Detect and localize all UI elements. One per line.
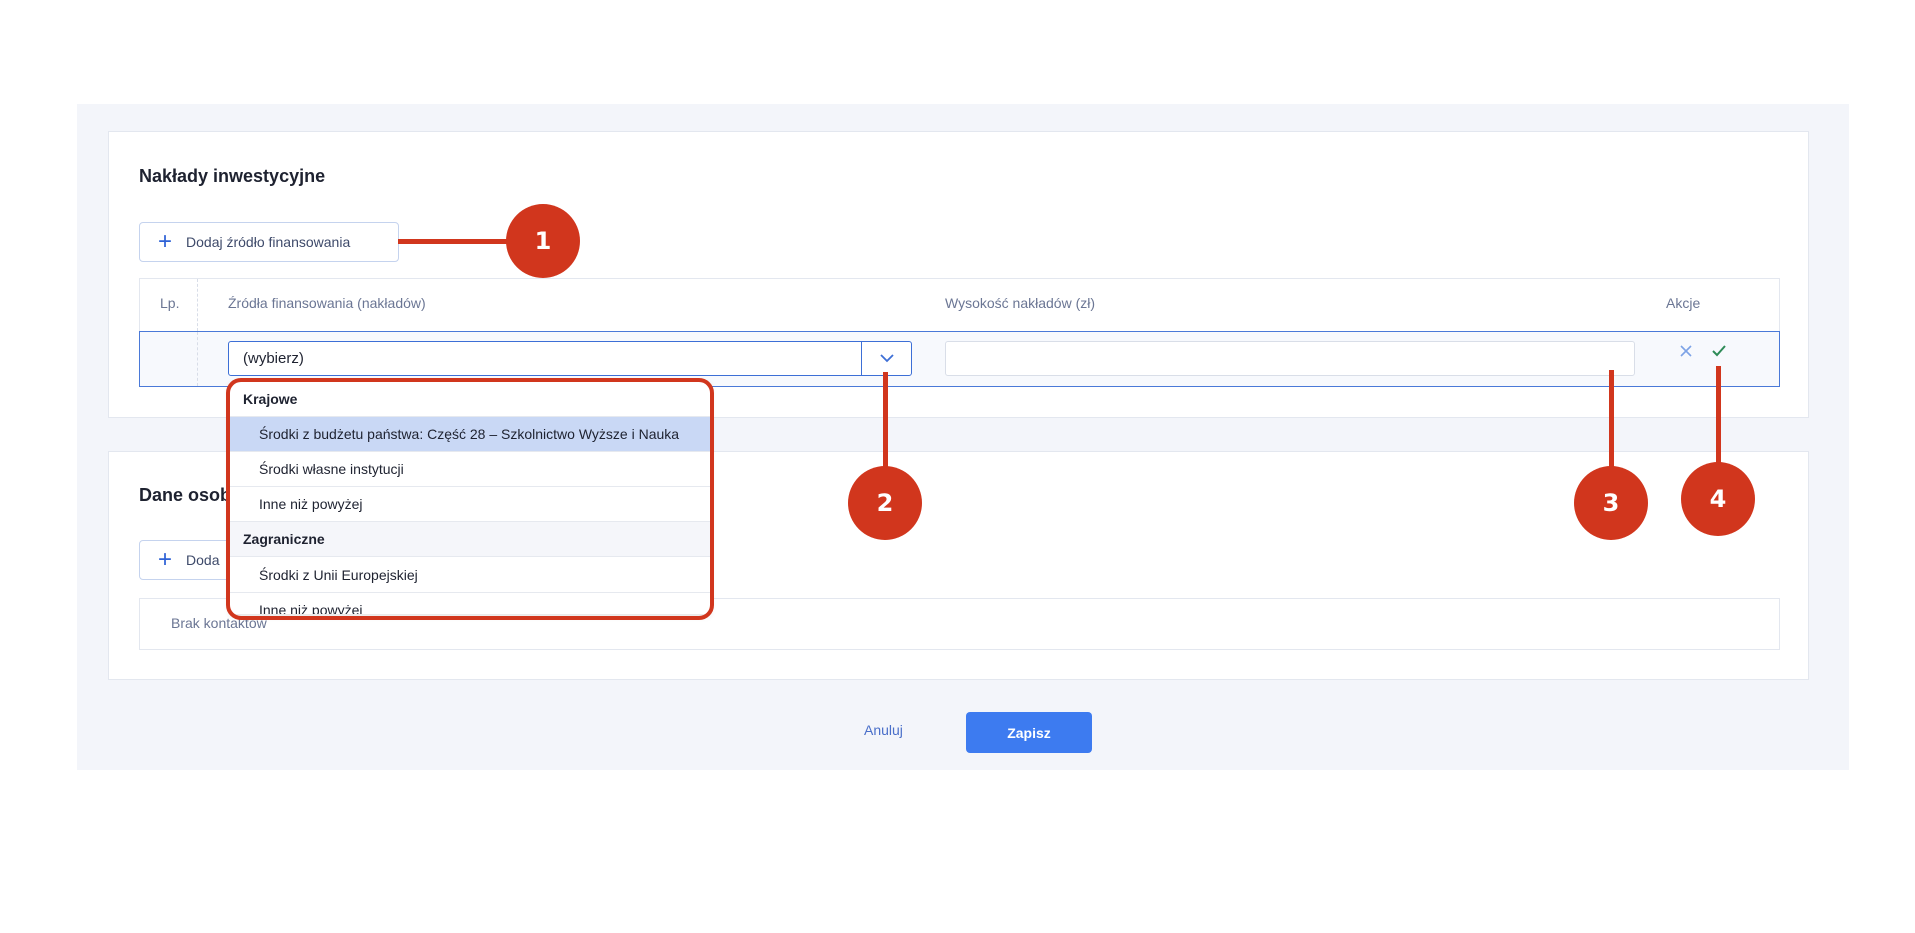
callout-line-2 <box>883 372 888 472</box>
dropdown-option[interactable]: Środki z budżetu państwa: Część 28 – Szk… <box>230 417 710 452</box>
table-row-editing: (wybierz) <box>139 331 1780 387</box>
funding-table: Lp. Źródła finansowania (nakładów) Wysok… <box>139 278 1780 387</box>
dropdown-option[interactable]: Środki z Unii Europejskiej <box>230 558 710 593</box>
callout-line-1 <box>398 239 508 244</box>
add-funding-source-label: Dodaj źródło finansowania <box>186 234 351 250</box>
dropdown-group-zagraniczne: Zagraniczne <box>230 522 710 557</box>
add-funding-source-button[interactable]: + Dodaj źródło finansowania <box>139 222 399 262</box>
funding-source-select-value: (wybierz) <box>243 350 304 367</box>
column-header-lp: Lp. <box>160 295 180 311</box>
save-button[interactable]: Zapisz <box>966 712 1092 753</box>
column-header-source: Źródła finansowania (nakładów) <box>228 295 426 311</box>
column-divider <box>197 332 198 386</box>
dropdown-group-krajowe: Krajowe <box>230 382 710 417</box>
column-header-amount: Wysokość nakładów (zł) <box>945 295 1096 311</box>
chevron-down-icon <box>879 354 894 363</box>
plus-icon: + <box>158 546 173 573</box>
close-icon[interactable] <box>1679 344 1693 363</box>
callout-line-4 <box>1716 366 1721 470</box>
investments-panel: Nakłady inwestycyjne + Dodaj źródło fina… <box>108 131 1809 418</box>
callout-marker-2: 2 <box>848 466 922 540</box>
investments-title: Nakłady inwestycyjne <box>139 166 326 186</box>
select-arrow-button[interactable] <box>861 342 911 375</box>
callout-marker-3: 3 <box>1574 466 1648 540</box>
dropdown-option[interactable]: Środki własne instytucji <box>230 452 710 487</box>
funding-source-select[interactable]: (wybierz) <box>228 341 912 376</box>
callout-marker-1: 1 <box>506 204 580 278</box>
column-header-actions: Akcje <box>1666 295 1701 311</box>
contacts-empty-text: Brak kontaktów <box>171 615 267 631</box>
plus-icon: + <box>158 228 173 255</box>
amount-input[interactable] <box>945 341 1635 376</box>
add-contact-label: Doda <box>186 552 220 568</box>
dropdown-option[interactable]: Inne niż powyżej <box>230 593 710 614</box>
cancel-button[interactable]: Anuluj <box>864 722 903 738</box>
dropdown-option[interactable]: Inne niż powyżej <box>230 487 710 522</box>
contacts-title: Dane osob <box>139 485 232 505</box>
column-divider <box>197 279 198 331</box>
check-icon[interactable] <box>1711 344 1727 363</box>
callout-line-3 <box>1609 370 1614 472</box>
callout-marker-4: 4 <box>1681 462 1755 536</box>
funding-source-dropdown: Krajowe Środki z budżetu państwa: Część … <box>230 382 710 614</box>
